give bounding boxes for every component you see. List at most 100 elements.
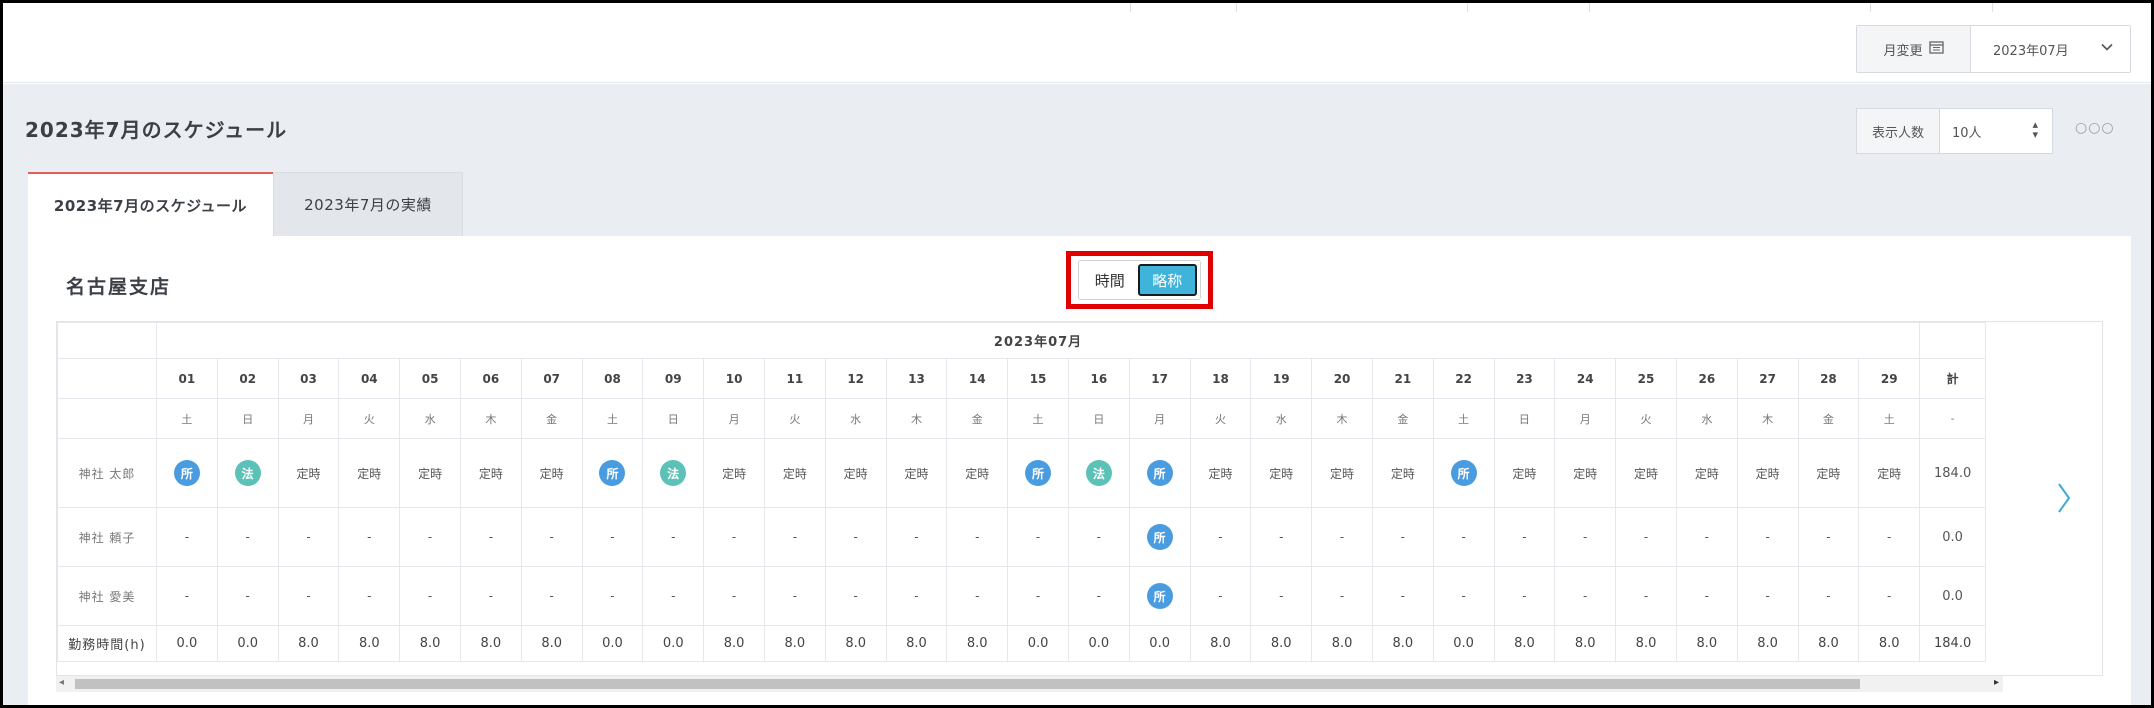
schedule-cell[interactable]: - xyxy=(338,507,401,567)
schedule-cell[interactable]: - xyxy=(1493,507,1556,567)
schedule-cell[interactable]: - xyxy=(1554,566,1617,626)
schedule-cell[interactable]: - xyxy=(581,566,644,626)
schedule-cell[interactable]: - xyxy=(763,507,826,567)
schedule-cell[interactable]: - xyxy=(399,566,461,626)
schedule-cell[interactable]: - xyxy=(885,507,948,567)
schedule-cell[interactable]: - xyxy=(1189,507,1252,567)
schedule-cell[interactable]: 所 xyxy=(1128,507,1191,567)
schedule-cell[interactable]: - xyxy=(1615,566,1677,626)
schedule-cell[interactable]: 所 xyxy=(1128,438,1191,508)
schedule-cell[interactable]: - xyxy=(1675,507,1738,567)
schedule-cell[interactable]: 定時 xyxy=(520,438,583,508)
schedule-cell[interactable]: - xyxy=(1311,566,1373,626)
schedule-cell[interactable]: 所 xyxy=(581,438,644,508)
schedule-cell[interactable]: 定時 xyxy=(1311,438,1373,508)
chevron-right-icon[interactable] xyxy=(2057,482,2071,518)
schedule-cell[interactable]: 定時 xyxy=(1858,438,1921,508)
schedule-cell[interactable]: 所 xyxy=(1128,566,1191,626)
scroll-right-arrow[interactable]: ▸ xyxy=(1994,677,1999,688)
schedule-cell[interactable]: - xyxy=(946,507,1009,567)
schedule-cell[interactable]: - xyxy=(1067,507,1130,567)
schedule-cell[interactable]: 定時 xyxy=(1493,438,1556,508)
schedule-cell[interactable]: 定時 xyxy=(1675,438,1738,508)
schedule-cell[interactable]: 定時 xyxy=(399,438,461,508)
schedule-cell[interactable]: 法 xyxy=(642,438,705,508)
schedule-cell[interactable]: - xyxy=(1736,566,1799,626)
schedule-cell[interactable]: - xyxy=(156,566,218,626)
tab-results[interactable]: 2023年7月の実績 xyxy=(273,172,463,236)
schedule-cell[interactable]: - xyxy=(885,566,948,626)
schedule-cell[interactable]: - xyxy=(338,566,401,626)
schedule-cell[interactable]: 法 xyxy=(1067,438,1130,508)
schedule-cell[interactable]: - xyxy=(1250,507,1313,567)
schedule-cell[interactable]: - xyxy=(1615,507,1677,567)
schedule-cell[interactable]: 定時 xyxy=(277,438,340,508)
toggle-time-button[interactable]: 時間 xyxy=(1082,264,1138,296)
schedule-cell[interactable]: 定時 xyxy=(763,438,826,508)
schedule-cell[interactable]: - xyxy=(1797,566,1860,626)
schedule-cell[interactable]: - xyxy=(1493,566,1556,626)
schedule-cell[interactable]: - xyxy=(1371,566,1434,626)
schedule-cell[interactable]: - xyxy=(216,566,279,626)
schedule-cell[interactable]: - xyxy=(1858,566,1921,626)
schedule-cell[interactable]: 法 xyxy=(216,438,279,508)
schedule-cell[interactable]: - xyxy=(156,507,218,567)
schedule-cell[interactable]: 定時 xyxy=(1554,438,1617,508)
schedule-cell[interactable]: - xyxy=(703,566,765,626)
schedule-cell[interactable]: - xyxy=(1007,507,1069,567)
schedule-cell[interactable]: 定時 xyxy=(1250,438,1313,508)
toggle-abbr-button[interactable]: 略称 xyxy=(1137,264,1197,296)
schedule-cell[interactable]: 定時 xyxy=(824,438,887,508)
schedule-cell[interactable]: 所 xyxy=(1007,438,1069,508)
schedule-cell[interactable]: - xyxy=(1189,566,1252,626)
schedule-cell[interactable]: 定時 xyxy=(1797,438,1860,508)
schedule-cell[interactable]: 定時 xyxy=(946,438,1009,508)
schedule-cell[interactable]: - xyxy=(824,566,887,626)
schedule-cell[interactable]: - xyxy=(642,566,705,626)
schedule-cell[interactable]: - xyxy=(1432,507,1495,567)
schedule-cell[interactable]: - xyxy=(1736,507,1799,567)
schedule-cell[interactable]: 定時 xyxy=(1615,438,1677,508)
schedule-cell[interactable]: - xyxy=(520,566,583,626)
schedule-cell[interactable]: - xyxy=(520,507,583,567)
schedule-cell[interactable]: - xyxy=(763,566,826,626)
scrollbar-thumb[interactable] xyxy=(75,679,1860,689)
schedule-cell[interactable]: - xyxy=(1250,566,1313,626)
schedule-cell[interactable]: - xyxy=(1675,566,1738,626)
schedule-cell[interactable]: - xyxy=(1554,507,1617,567)
display-count-selector[interactable]: 表示人数 10人 ▴ ▾ xyxy=(1856,108,2053,154)
schedule-cell[interactable]: - xyxy=(459,566,522,626)
schedule-cell[interactable]: 定時 xyxy=(459,438,522,508)
schedule-cell[interactable]: - xyxy=(946,566,1009,626)
display-count-select[interactable]: 10人 ▴ ▾ xyxy=(1940,109,2052,153)
schedule-cell[interactable]: 所 xyxy=(1432,438,1495,508)
schedule-cell[interactable]: - xyxy=(1311,507,1373,567)
schedule-cell[interactable]: 定時 xyxy=(885,438,948,508)
schedule-cell[interactable]: - xyxy=(581,507,644,567)
schedule-cell[interactable]: - xyxy=(1007,566,1069,626)
schedule-cell[interactable]: - xyxy=(459,507,522,567)
month-select[interactable]: 2023年07月 xyxy=(1971,26,2130,72)
tab-schedule[interactable]: 2023年7月のスケジュール xyxy=(28,172,273,236)
schedule-cell[interactable]: - xyxy=(824,507,887,567)
schedule-cell[interactable]: - xyxy=(216,507,279,567)
schedule-cell[interactable]: 定時 xyxy=(1371,438,1434,508)
schedule-cell[interactable]: - xyxy=(399,507,461,567)
view-toggle[interactable]: 時間 略称 xyxy=(1078,260,1201,300)
schedule-cell[interactable]: - xyxy=(277,566,340,626)
schedule-cell[interactable]: - xyxy=(1797,507,1860,567)
schedule-cell[interactable]: - xyxy=(277,507,340,567)
month-selector[interactable]: 月変更 2023年07月 xyxy=(1856,25,2131,73)
schedule-cell[interactable]: 所 xyxy=(156,438,218,508)
schedule-cell[interactable]: 定時 xyxy=(1189,438,1252,508)
schedule-cell[interactable]: 定時 xyxy=(703,438,765,508)
schedule-cell[interactable]: - xyxy=(1067,566,1130,626)
schedule-cell[interactable]: 定時 xyxy=(1736,438,1799,508)
schedule-cell[interactable]: - xyxy=(1432,566,1495,626)
schedule-cell[interactable]: - xyxy=(1371,507,1434,567)
schedule-cell[interactable]: - xyxy=(703,507,765,567)
schedule-cell[interactable]: - xyxy=(642,507,705,567)
more-options-icon[interactable]: ○○○ xyxy=(2075,120,2115,136)
scroll-left-arrow[interactable]: ◂ xyxy=(59,677,64,688)
schedule-cell[interactable]: 定時 xyxy=(338,438,401,508)
